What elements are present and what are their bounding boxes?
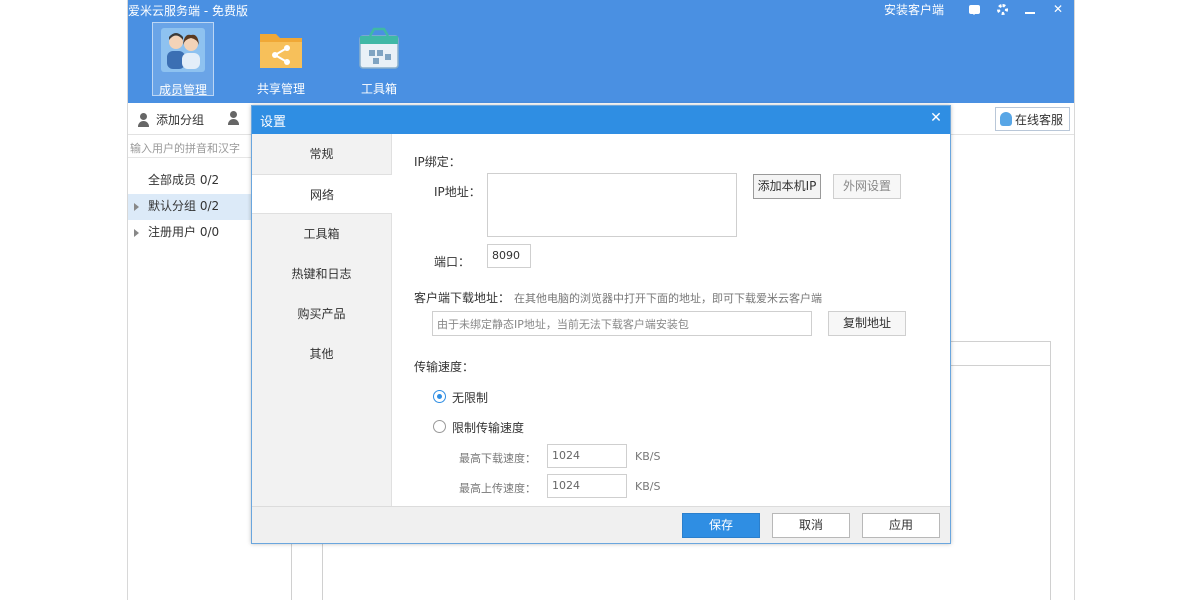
- tree-item-label: 全部成员 0/2: [148, 173, 220, 187]
- app-title: 爱米云服务端 - 免费版: [128, 4, 248, 18]
- title-bar: 爱米云服务端 - 免费版 安装客户端 ✕ 成员管理 共享管理 工具箱: [128, 0, 1074, 103]
- limit-speed-radio[interactable]: [433, 420, 446, 433]
- tab-hotkeys-logs[interactable]: 热键和日志: [252, 254, 391, 294]
- ip-address-field[interactable]: [487, 173, 737, 237]
- upload-unit: KB/S: [635, 480, 661, 493]
- port-label: 端口：: [434, 255, 471, 269]
- add-group-button[interactable]: 添加分组: [137, 111, 204, 128]
- settings-dialog: 设置 ✕ 常规 网络 工具箱 热键和日志 购买产品 其他 IP绑定： IP地址：…: [251, 105, 951, 544]
- window-controls: 安装客户端 ✕: [884, 0, 1072, 18]
- expand-arrow-icon[interactable]: [134, 203, 139, 211]
- max-download-label: 最高下载速度：: [459, 452, 536, 465]
- tree-item-all-members[interactable]: 全部成员 0/2: [128, 168, 252, 194]
- tab-network[interactable]: 网络: [252, 174, 392, 214]
- nav-toolbox-label: 工具箱: [360, 82, 397, 96]
- install-client-link[interactable]: 安装客户端: [884, 1, 944, 18]
- add-group-label: 添加分组: [156, 113, 205, 127]
- dialog-footer: 保存 取消 应用: [252, 506, 950, 543]
- cancel-button[interactable]: 取消: [772, 513, 850, 538]
- download-url-hint: 在其他电脑的浏览器中打开下面的地址，即可下载爱米云客户端: [514, 292, 822, 305]
- minimize-icon[interactable]: [1016, 0, 1044, 18]
- nav-members[interactable]: 成员管理: [152, 22, 214, 97]
- toolbox-icon: [356, 26, 402, 72]
- tab-toolbox[interactable]: 工具箱: [252, 214, 391, 254]
- chat-icon[interactable]: [960, 0, 988, 18]
- copy-address-button[interactable]: 复制地址: [828, 311, 906, 336]
- main-nav: 成员管理 共享管理 工具箱: [152, 22, 410, 97]
- nav-share[interactable]: 共享管理: [250, 22, 312, 96]
- download-url-field[interactable]: 由于未绑定静态IP地址，当前无法下载客户端安装包: [432, 311, 812, 336]
- online-service-button[interactable]: 在线客服: [994, 107, 1070, 131]
- user-icon: [137, 112, 151, 127]
- external-settings-button[interactable]: 外网设置: [833, 174, 901, 199]
- tree-item-label: 注册用户 0/0: [148, 225, 220, 239]
- close-icon[interactable]: ✕: [1044, 0, 1072, 18]
- online-service-label: 在线客服: [1014, 112, 1063, 127]
- tab-buy-product[interactable]: 购买产品: [252, 294, 391, 334]
- ip-binding-label: IP绑定：: [414, 155, 461, 169]
- share-folder-icon: [258, 26, 304, 72]
- tree-item-registered-users[interactable]: 注册用户 0/0: [128, 220, 252, 246]
- tab-other[interactable]: 其他: [252, 334, 391, 374]
- user-icon: [227, 111, 241, 125]
- transfer-speed-label: 传输速度：: [414, 360, 475, 374]
- save-button[interactable]: 保存: [682, 513, 760, 538]
- qq-icon: [999, 112, 1012, 126]
- tab-general[interactable]: 常规: [252, 134, 391, 174]
- nav-share-label: 共享管理: [256, 82, 305, 96]
- network-settings-panel: IP绑定： IP地址： 添加本机IP 外网设置 端口： 8090 客户端下载地址…: [392, 134, 950, 508]
- unlimited-radio[interactable]: [433, 390, 446, 403]
- nav-members-label: 成员管理: [158, 83, 207, 97]
- add-local-ip-button[interactable]: 添加本机IP: [753, 174, 821, 199]
- max-upload-label: 最高上传速度：: [459, 482, 536, 495]
- ip-address-label: IP地址：: [434, 185, 481, 199]
- dialog-header: 设置 ✕: [252, 106, 950, 134]
- tree-item-default-group[interactable]: 默认分组 0/2: [128, 194, 252, 220]
- download-unit: KB/S: [635, 450, 661, 463]
- members-icon: [160, 27, 206, 73]
- gear-icon[interactable]: [988, 0, 1016, 18]
- settings-tabs: 常规 网络 工具箱 热键和日志 购买产品 其他: [252, 134, 392, 508]
- nav-toolbox[interactable]: 工具箱: [348, 22, 410, 96]
- expand-arrow-icon[interactable]: [134, 229, 139, 237]
- limit-speed-label: 限制传输速度: [452, 421, 525, 435]
- download-url-label: 客户端下载地址：: [414, 291, 511, 305]
- dialog-title: 设置: [260, 115, 287, 130]
- unlimited-label: 无限制: [452, 391, 489, 405]
- port-field[interactable]: 8090: [487, 244, 531, 268]
- add-member-button[interactable]: [227, 111, 241, 125]
- max-upload-field[interactable]: 1024: [547, 474, 627, 498]
- dialog-close-icon[interactable]: ✕: [928, 110, 944, 126]
- apply-button[interactable]: 应用: [862, 513, 940, 538]
- search-input[interactable]: 输入用户的拼音和汉字: [128, 136, 252, 158]
- tree-item-label: 默认分组 0/2: [148, 199, 220, 213]
- max-download-field[interactable]: 1024: [547, 444, 627, 468]
- group-tree: 全部成员 0/2 默认分组 0/2 注册用户 0/0: [128, 168, 252, 246]
